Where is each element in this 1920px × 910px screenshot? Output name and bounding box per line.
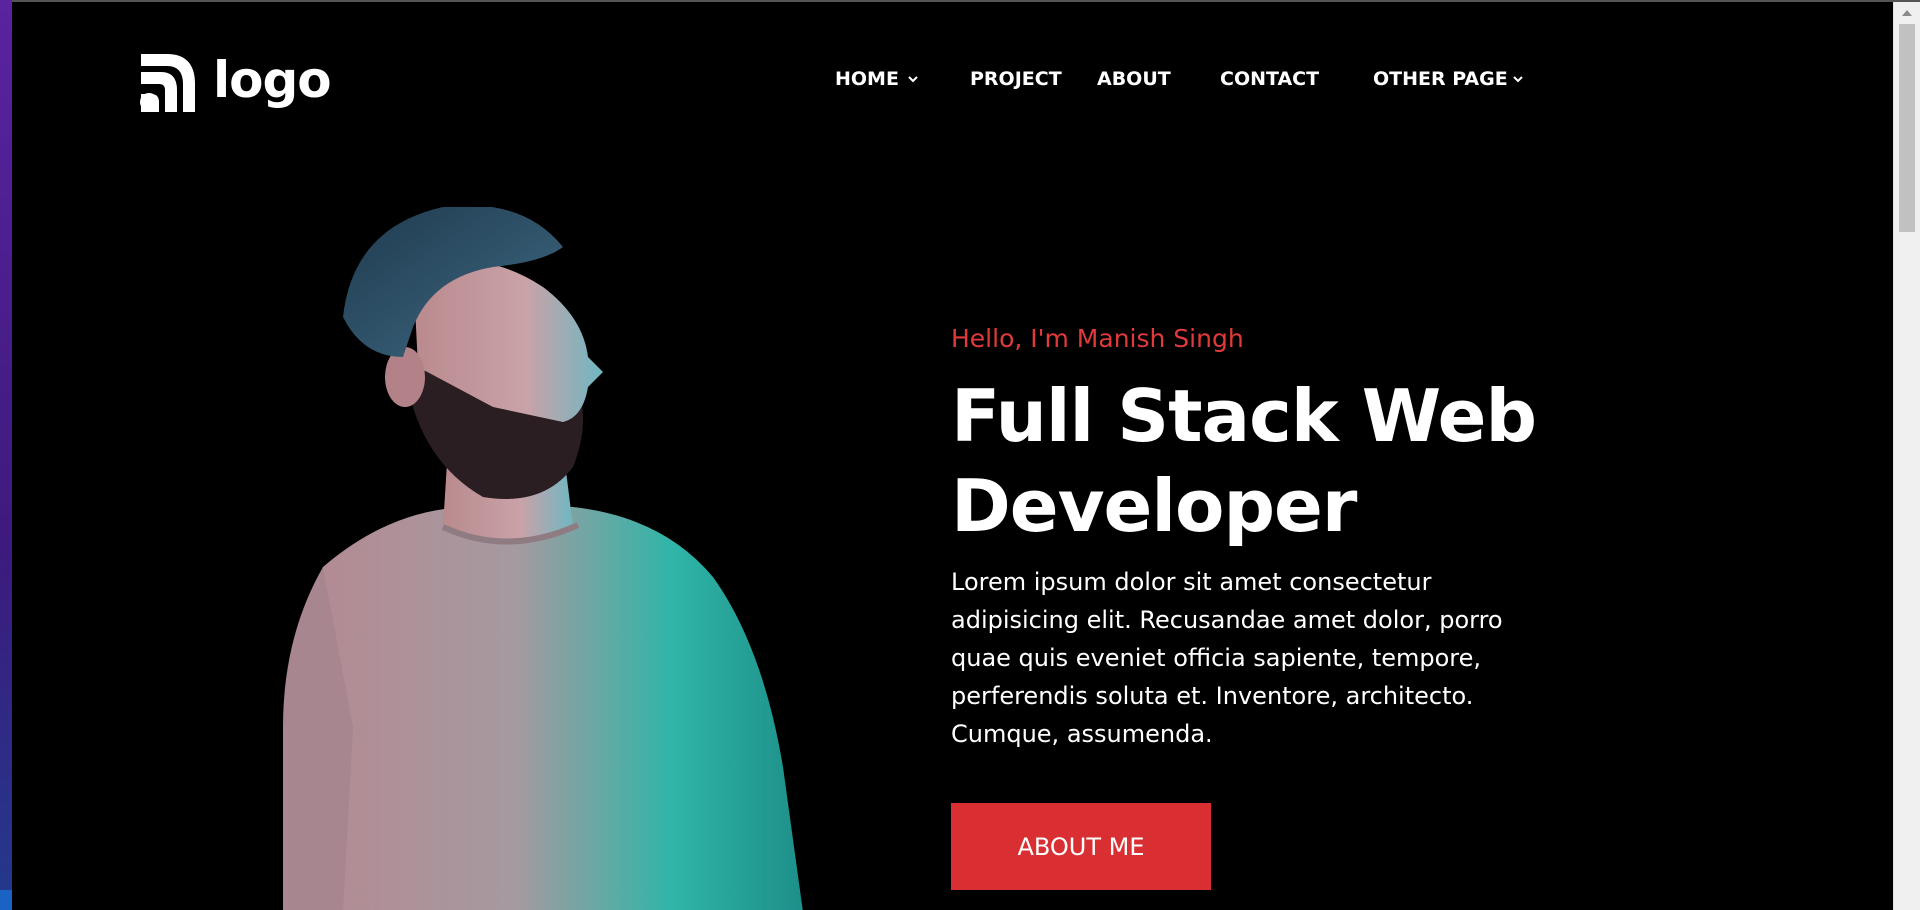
nav-contact[interactable]: CONTACT: [1220, 68, 1319, 90]
hero-description: Lorem ipsum dolor sit amet consectetur a…: [951, 568, 1503, 748]
scroll-thumb[interactable]: [1899, 24, 1915, 232]
scroll-up-arrow-icon[interactable]: [1894, 2, 1920, 24]
chevron-down-icon: [908, 76, 918, 83]
desktop-background: [0, 0, 12, 910]
nav-project-label: PROJECT: [970, 68, 1062, 90]
chevron-down-icon: [1512, 76, 1523, 83]
site-logo[interactable]: logo: [137, 50, 332, 116]
rss-arcs-icon: [140, 54, 195, 112]
screen: logo HOME PROJECT ABOUT CONTACT OTHER PA…: [0, 0, 1920, 910]
taskbar-edge: [0, 890, 12, 910]
nav-other-page-label: OTHER PAGE: [1373, 68, 1508, 90]
nav-home[interactable]: HOME: [835, 68, 919, 90]
hero-title-line1: Full Stack Web: [951, 374, 1537, 458]
hero-greeting: Hello, I'm Manish Singh: [951, 324, 1244, 353]
hero-section: Hello, I'm Manish Singh Full Stack Web D…: [951, 324, 1651, 890]
vertical-scrollbar[interactable]: [1893, 2, 1920, 910]
nav-about[interactable]: ABOUT: [1097, 68, 1171, 90]
about-me-button[interactable]: ABOUT ME: [951, 803, 1211, 890]
nav-contact-label: CONTACT: [1220, 68, 1320, 90]
hero-portrait-image: [283, 207, 803, 910]
logo-text: logo: [213, 51, 332, 109]
hero-title-line2: Developer: [951, 464, 1357, 548]
web-page: logo HOME PROJECT ABOUT CONTACT OTHER PA…: [13, 2, 1893, 910]
hero-title: Full Stack Web Developer: [951, 371, 1651, 551]
nav-other-page[interactable]: OTHER PAGE: [1373, 68, 1524, 90]
nav-project[interactable]: PROJECT: [970, 68, 1062, 90]
nav-about-label: ABOUT: [1097, 68, 1171, 90]
nav-home-label: HOME: [835, 68, 899, 90]
